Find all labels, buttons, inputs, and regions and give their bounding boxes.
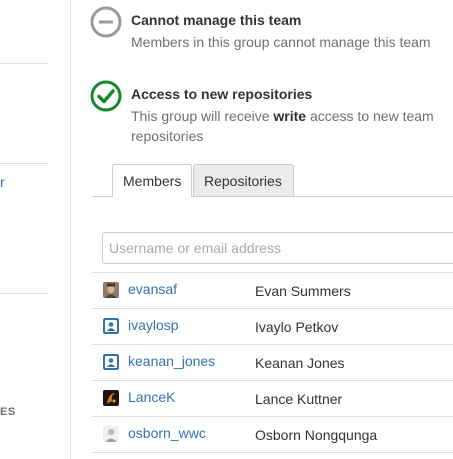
permission-level: write <box>273 108 307 124</box>
table-row: ivaylosp Ivaylo Petkov <box>92 309 453 345</box>
member-username[interactable]: evansaf <box>128 281 177 297</box>
permission-description: This group will receive write access to … <box>131 108 434 144</box>
member-username[interactable]: osborn_wwc <box>128 425 206 441</box>
member-username[interactable]: ivaylosp <box>128 317 179 333</box>
table-row: evansaf Evan Summers <box>92 273 453 309</box>
table-row: osborn_wwc Osborn Nongqunga <box>92 417 453 453</box>
sidebar-link-fragment[interactable]: r <box>0 174 5 190</box>
member-search-input[interactable] <box>102 232 453 264</box>
grey-face-avatar-icon <box>103 426 119 442</box>
check-circle-icon <box>90 80 122 112</box>
permission-title: Cannot manage this team <box>131 12 302 28</box>
no-entry-icon <box>90 6 122 38</box>
member-name: Lance Kuttner <box>255 391 343 407</box>
member-name: Ivaylo Petkov <box>255 319 339 335</box>
tab-repositories[interactable]: Repositories <box>193 164 294 196</box>
sidebar-divider <box>0 63 49 64</box>
sidebar-divider <box>0 163 49 164</box>
default-user-avatar-icon <box>103 354 119 370</box>
sidebar-heading-fragment: ES <box>0 406 16 418</box>
permission-description: Members in this group cannot manage this… <box>131 34 431 50</box>
left-sidebar: r ES <box>0 0 71 459</box>
member-username[interactable]: LanceK <box>128 389 175 405</box>
default-user-avatar-icon <box>103 318 119 334</box>
tab-bar: Members Repositories <box>92 162 453 197</box>
member-name: Keanan Jones <box>255 355 345 371</box>
tab-members[interactable]: Members <box>112 164 192 197</box>
table-row: LanceK Lance Kuttner <box>92 381 453 417</box>
member-name: Osborn Nongqunga <box>255 427 378 443</box>
photo-avatar-icon <box>103 282 119 298</box>
dark-pattern-avatar-icon <box>103 390 119 406</box>
table-row: keanan_jones Keanan Jones <box>92 345 453 381</box>
permission-title: Access to new repositories <box>131 86 313 102</box>
member-name: Evan Summers <box>255 283 351 299</box>
sidebar-divider <box>0 293 49 294</box>
member-username[interactable]: keanan_jones <box>128 353 215 369</box>
